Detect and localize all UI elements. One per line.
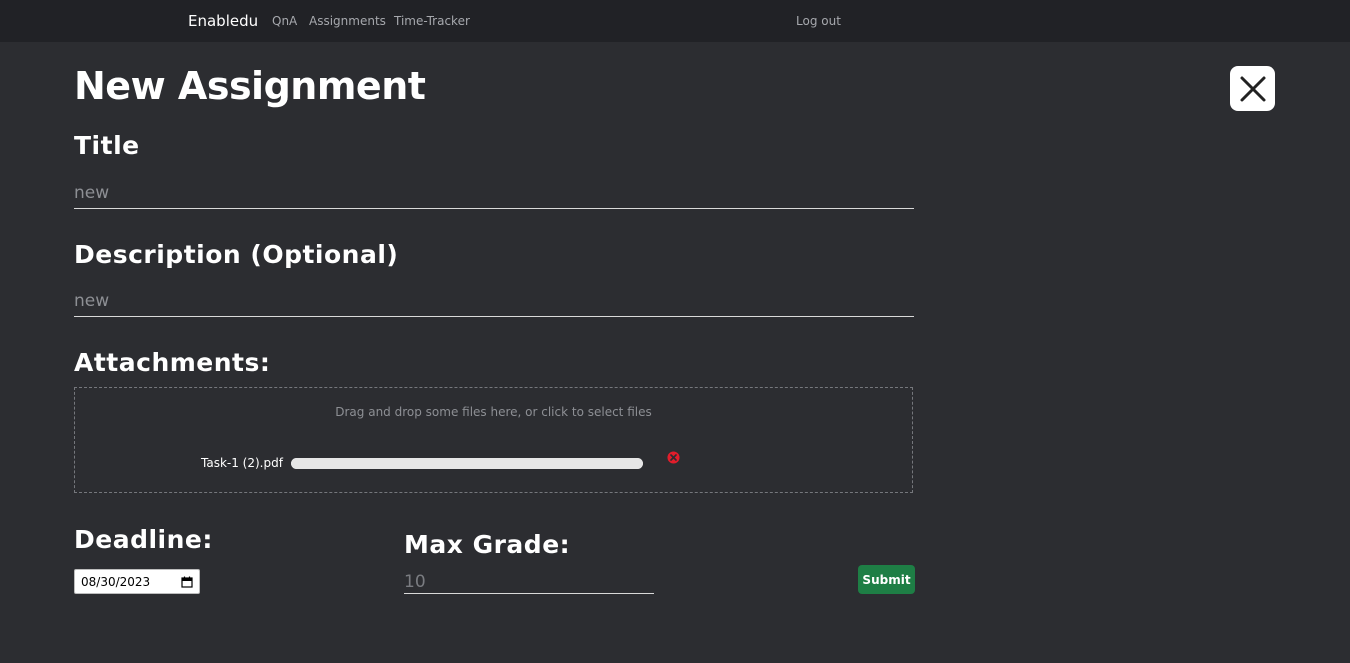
submit-button[interactable]: Submit [858, 565, 915, 594]
title-label: Title [74, 131, 140, 160]
deadline-date-input[interactable]: 08/30/2023 [74, 569, 200, 594]
description-label: Description (Optional) [74, 240, 399, 269]
page-title: New Assignment [74, 64, 426, 108]
nav-link-time-tracker[interactable]: Time-Tracker [394, 14, 470, 28]
brand-logo[interactable]: Enabledu [188, 12, 258, 30]
upload-progress-fill [291, 458, 643, 469]
max-grade-label: Max Grade: [404, 530, 571, 559]
top-navbar: Enabledu QnA Assignments Time-Tracker Lo… [0, 0, 1350, 42]
close-icon [1240, 76, 1265, 101]
nav-link-qna[interactable]: QnA [272, 14, 297, 28]
upload-progress-bar [291, 458, 643, 469]
close-button[interactable] [1230, 66, 1275, 111]
description-input[interactable] [74, 286, 914, 317]
nav-link-assignments[interactable]: Assignments [309, 14, 386, 28]
attachments-label: Attachments: [74, 348, 271, 377]
remove-file-icon[interactable] [667, 451, 680, 464]
deadline-label: Deadline: [74, 525, 213, 554]
title-input[interactable] [74, 178, 914, 209]
calendar-icon[interactable] [181, 576, 193, 588]
dropzone-hint: Drag and drop some files here, or click … [335, 405, 652, 419]
deadline-value: 08/30/2023 [81, 574, 151, 589]
attachment-file-name: Task-1 (2).pdf [201, 456, 283, 470]
file-dropzone[interactable]: Drag and drop some files here, or click … [74, 387, 913, 493]
logout-link[interactable]: Log out [796, 14, 841, 28]
max-grade-input[interactable] [404, 570, 654, 594]
